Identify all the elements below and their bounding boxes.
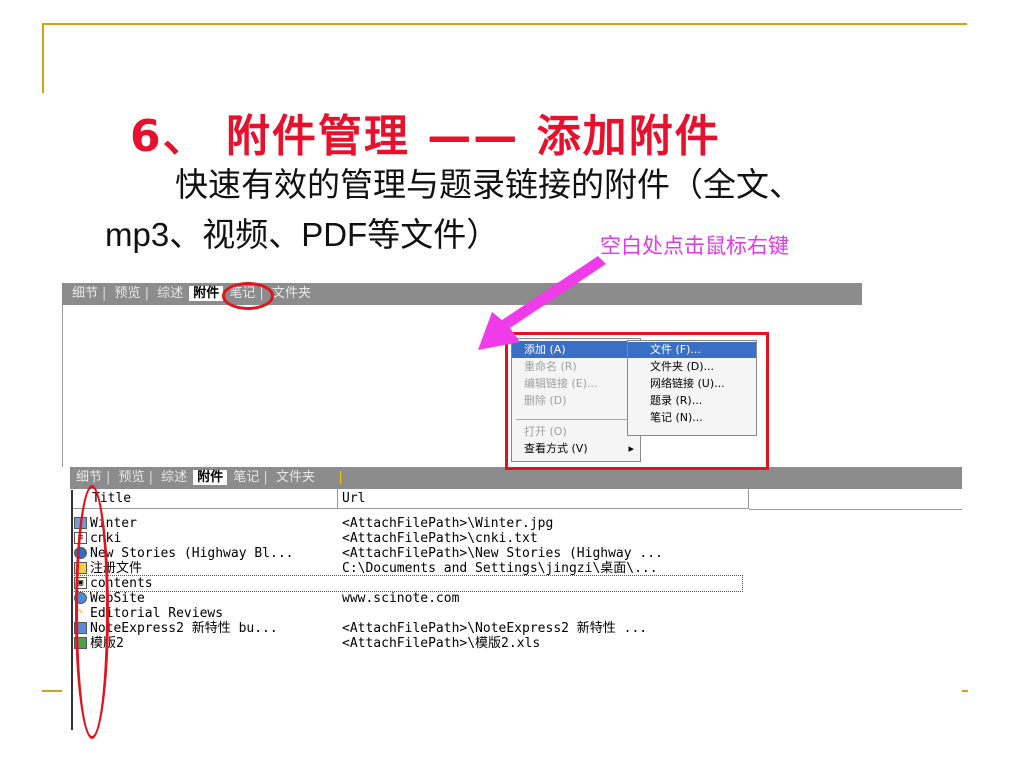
table-row-selected[interactable]: ▣ contents <box>71 575 743 592</box>
highlight-oval-icons <box>75 485 109 739</box>
submenu-item-web-link[interactable]: 网络链接 (U)... <box>628 376 756 392</box>
table-row[interactable]: 注册文件 C:\Documents and Settings\jingzi\桌面… <box>72 561 952 576</box>
menu-separator <box>516 419 634 420</box>
column-header-url[interactable]: Url <box>338 489 748 509</box>
table-row[interactable]: NoteExpress2 新特性 bu... <AttachFilePath>\… <box>72 621 952 636</box>
menu-item-label: 打开 (O) <box>524 425 567 438</box>
tab-preview-2[interactable]: 预览 <box>117 470 147 485</box>
table-row[interactable]: 模版2 <AttachFilePath>\模版2.xls <box>72 636 952 651</box>
row-url: <AttachFilePath>\NoteExpress2 新特性 ... <box>342 621 648 636</box>
table-row[interactable]: New Stories (Highway Bl... <AttachFilePa… <box>72 546 952 561</box>
menu-item-label: 查看方式 (V) <box>524 442 588 455</box>
top-rule <box>42 23 967 25</box>
row-url: <AttachFilePath>\cnki.txt <box>342 531 538 546</box>
paperclip-icon: ❘ <box>335 470 347 485</box>
table-row[interactable]: WebSite www.scinote.com <box>72 591 952 606</box>
menu-item-delete[interactable]: 删除 (D) <box>512 392 640 409</box>
menu-item-open[interactable]: 打开 (O) <box>512 423 640 440</box>
tab-details[interactable]: 细节 <box>62 286 100 301</box>
column-header-title[interactable]: Title <box>72 489 337 509</box>
tab-attachments-2[interactable]: 附件 <box>193 470 228 485</box>
tab-summary-2[interactable]: 综述 <box>159 470 189 485</box>
pointer-arrow-icon <box>478 256 606 350</box>
column-divider-2[interactable] <box>748 489 749 509</box>
row-url: <AttachFilePath>\New Stories (Highway ..… <box>342 546 663 561</box>
table-row[interactable]: ≡ cnki <AttachFilePath>\cnki.txt <box>72 531 952 546</box>
table-row[interactable]: ✎ Editorial Reviews <box>72 606 952 621</box>
column-header-blank <box>749 489 962 510</box>
highlight-oval-tab <box>222 282 274 310</box>
menu-item-rename[interactable]: 重命名 (R) <box>512 358 640 375</box>
pane-left-border <box>71 490 73 730</box>
slide-body-line-2: mp3、视频、PDF等文件） <box>105 216 500 253</box>
tab-attachments[interactable]: 附件 <box>189 286 224 301</box>
row-url: <AttachFilePath>\模版2.xls <box>342 636 541 651</box>
menu-item-view-mode[interactable]: 查看方式 (V) ▸ <box>512 440 640 457</box>
submenu-item-file[interactable]: 文件 (F)... <box>628 342 756 358</box>
tab-notes-2[interactable]: 笔记 <box>231 470 261 485</box>
tab-details-2[interactable]: 细节 <box>70 470 104 485</box>
tab-summary[interactable]: 综述 <box>155 286 185 301</box>
row-url: www.scinote.com <box>342 591 460 606</box>
row-url: C:\Documents and Settings\jingzi\桌面\... <box>342 561 658 576</box>
menu-item-edit-link[interactable]: 编辑链接 (E)... <box>512 375 640 392</box>
row-title: Editorial Reviews <box>90 606 224 621</box>
submenu-item-note[interactable]: 笔记 (N)... <box>628 410 756 426</box>
submenu-item-folder[interactable]: 文件夹 (D)... <box>628 359 756 375</box>
table-row[interactable]: Winter <AttachFilePath>\Winter.jpg <box>72 516 952 531</box>
submenu-arrow-icon: ▸ <box>628 442 634 455</box>
menu-item-label: 删除 (D) <box>524 394 567 407</box>
submenu-item-reference[interactable]: 题录 (R)... <box>628 393 756 409</box>
callout-text: 空白处点击鼠标右键 <box>600 234 789 258</box>
left-rule <box>42 23 44 93</box>
tab-bar-bottom: 细节 | 预览 | 综述 附件 笔记 | 文件夹 ❘ <box>70 467 962 489</box>
menu-item-label: 编辑链接 (E)... <box>524 377 598 390</box>
column-divider[interactable] <box>337 489 338 509</box>
slide-body-line-1: 快速有效的管理与题录链接的附件（全文、 <box>175 165 802 204</box>
tab-bar-top: 细节 | 预览 | 综述 附件 笔记 | 文件夹 <box>62 283 862 305</box>
slide-title: 6、 附件管理 —— 添加附件 <box>130 111 721 162</box>
tab-folder-2[interactable]: 文件夹 <box>274 470 317 485</box>
menu-item-label: 重命名 (R) <box>524 360 577 373</box>
tab-folder[interactable]: 文件夹 <box>270 286 313 301</box>
row-title: NoteExpress2 新特性 bu... <box>90 621 278 636</box>
row-url: <AttachFilePath>\Winter.jpg <box>342 516 554 531</box>
tab-preview[interactable]: 预览 <box>113 286 143 301</box>
arrow-shape <box>478 256 606 350</box>
add-submenu: 文件 (F)... 文件夹 (D)... 网络链接 (U)... 题录 (R).… <box>627 340 757 436</box>
row-title: New Stories (Highway Bl... <box>90 546 294 561</box>
